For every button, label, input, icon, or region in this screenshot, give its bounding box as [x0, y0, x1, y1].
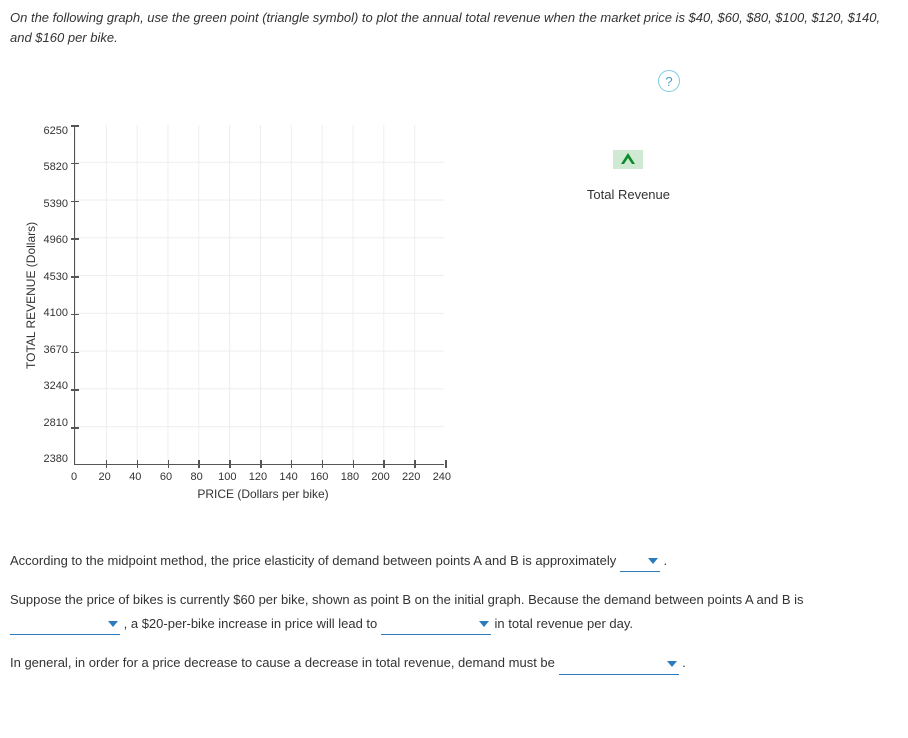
chart-plot-area[interactable]: [74, 125, 444, 465]
y-tick: 4960: [38, 234, 68, 246]
q1-suffix: .: [664, 553, 668, 568]
y-tick: 6250: [38, 125, 68, 137]
x-tick: 60: [156, 471, 176, 483]
y-tick: 4100: [38, 307, 68, 319]
y-tick: 5390: [38, 198, 68, 210]
x-tick: 0: [64, 471, 84, 483]
chevron-down-icon: [648, 558, 658, 564]
y-tick: 2810: [38, 417, 68, 429]
x-tick: 180: [340, 471, 360, 483]
y-axis-label: TOTAL REVENUE (Dollars): [20, 125, 38, 465]
x-tick: 240: [432, 471, 452, 483]
y-tick: 3240: [38, 380, 68, 392]
x-axis-ticks: 0 20 40 60 80 100 120 140 160 180 200 22…: [74, 465, 452, 483]
y-tick: 3670: [38, 344, 68, 356]
q2-suffix: in total revenue per day.: [495, 616, 634, 631]
q2-text2: , a $20-per-bike increase in price will …: [124, 616, 381, 631]
x-tick: 160: [309, 471, 329, 483]
chart-container: ? Total Revenue TOTAL REVENUE (Dollars) …: [10, 65, 710, 511]
demand-type-dropdown[interactable]: [10, 617, 120, 635]
y-tick: 5820: [38, 161, 68, 173]
x-tick: 80: [187, 471, 207, 483]
elasticity-dropdown[interactable]: [620, 554, 660, 572]
question-instruction: On the following graph, use the green po…: [0, 0, 908, 55]
general-demand-dropdown[interactable]: [559, 657, 679, 675]
y-axis-ticks: 6250 5820 5390 4960 4530 4100 3670 3240 …: [38, 125, 74, 465]
q3-suffix: .: [682, 655, 686, 670]
x-tick: 120: [248, 471, 268, 483]
y-tick: 2380: [38, 453, 68, 465]
q1-text: According to the midpoint method, the pr…: [10, 553, 620, 568]
chevron-down-icon: [108, 621, 118, 627]
x-tick: 40: [125, 471, 145, 483]
q2-text1: Suppose the price of bikes is currently …: [10, 592, 804, 607]
x-tick: 140: [279, 471, 299, 483]
question-elasticity: According to the midpoint method, the pr…: [0, 541, 908, 580]
question-general: In general, in order for a price decreas…: [0, 643, 908, 682]
chevron-down-icon: [667, 661, 677, 667]
x-tick: 220: [401, 471, 421, 483]
y-tick: 4530: [38, 271, 68, 283]
question-revenue-change: Suppose the price of bikes is currently …: [0, 580, 908, 643]
x-tick: 100: [217, 471, 237, 483]
x-tick: 20: [95, 471, 115, 483]
chevron-down-icon: [479, 621, 489, 627]
help-icon[interactable]: ?: [658, 70, 680, 92]
x-tick: 200: [371, 471, 391, 483]
revenue-direction-dropdown[interactable]: [381, 617, 491, 635]
x-axis-label: PRICE (Dollars per bike): [78, 483, 448, 501]
q3-text: In general, in order for a price decreas…: [10, 655, 559, 670]
